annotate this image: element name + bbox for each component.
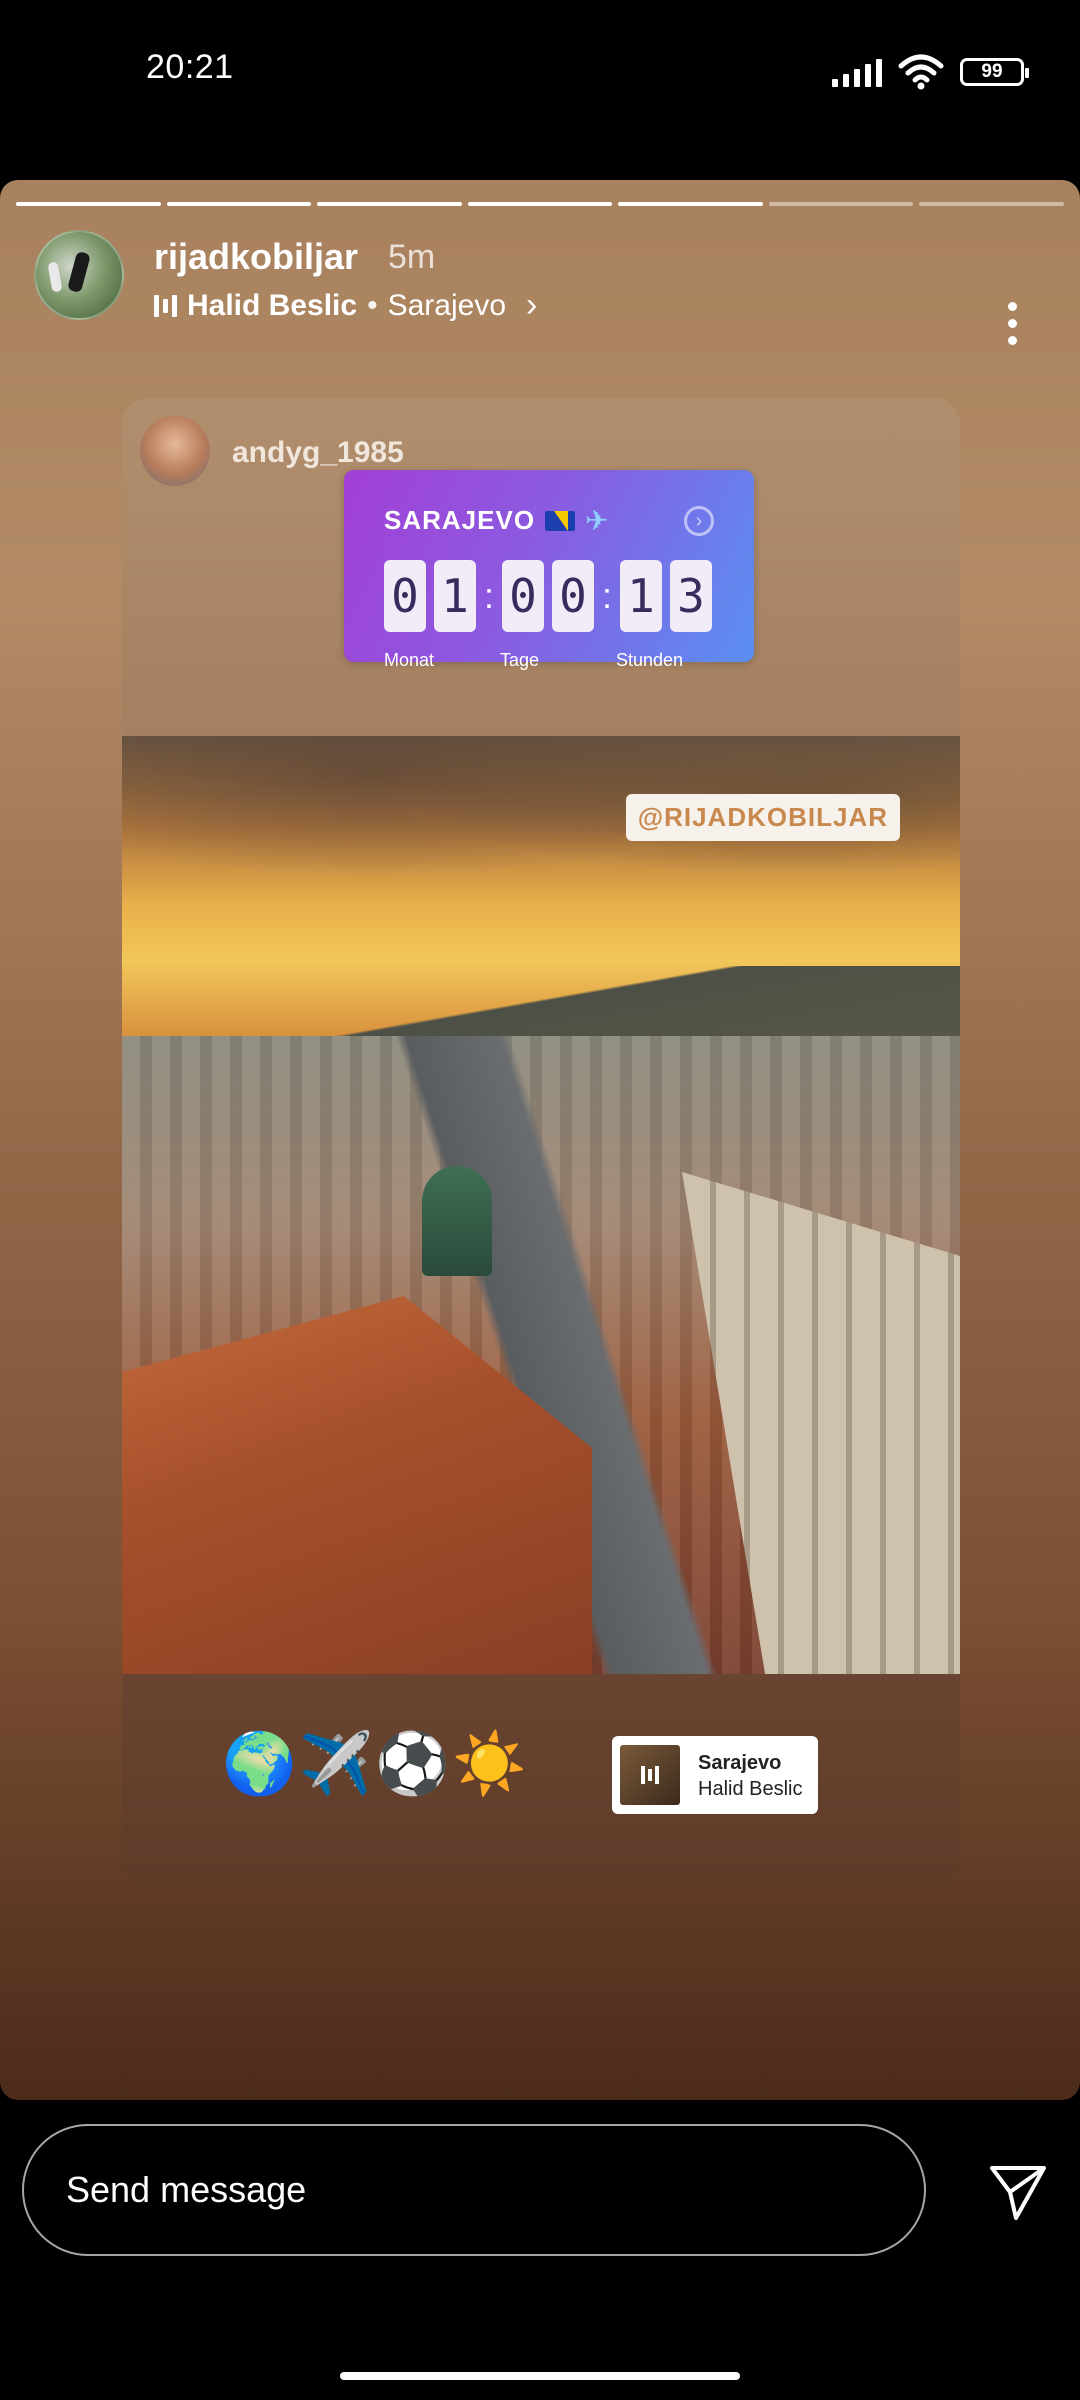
countdown-colon: : <box>602 575 613 616</box>
progress-segment <box>166 202 312 206</box>
wifi-icon <box>898 54 944 90</box>
airplane-icon: ✈ <box>585 505 610 536</box>
progress-segment <box>16 202 161 206</box>
chevron-right-icon: › <box>526 286 538 324</box>
story-time-ago: 5m <box>388 238 436 276</box>
clock: 20:21 <box>146 48 234 86</box>
progress-segment <box>919 202 1065 206</box>
emoji-sticker: 🌍✈️⚽☀️ <box>222 1730 529 1797</box>
status-bar: 20:21 99 <box>0 0 1080 140</box>
album-art-icon <box>620 1745 680 1805</box>
countdown-digit: 1 <box>434 560 476 632</box>
countdown-digit: 0 <box>502 560 544 632</box>
music-sticker-artist: Halid Beslic <box>698 1778 803 1800</box>
more-options-button[interactable] <box>1008 302 1020 345</box>
progress-segment <box>317 202 462 206</box>
avatar[interactable] <box>34 230 124 320</box>
countdown-colon: : <box>484 575 495 616</box>
story-header: rijadkobiljar 5m Halid Beslic • Sarajevo… <box>34 230 1080 345</box>
reposted-avatar <box>140 416 210 486</box>
battery-level: 99 <box>981 61 1003 82</box>
bosnia-flag-icon <box>545 510 576 531</box>
music-sticker-title: Sarajevo <box>698 1752 782 1774</box>
music-separator: • <box>367 288 378 322</box>
sarajevo-sunset-photo: @RIJADKOBILJAR <box>122 736 960 1674</box>
music-bars-icon <box>154 293 177 319</box>
music-artist: Halid Beslic <box>187 288 358 322</box>
send-icon[interactable] <box>986 2160 1050 2224</box>
battery-icon: 99 <box>960 58 1029 86</box>
story-progress <box>16 202 1065 206</box>
countdown-digit: 0 <box>552 560 594 632</box>
send-message-input[interactable]: Send message <box>22 2124 926 2256</box>
countdown-title-text: SARAJEVO <box>384 505 536 535</box>
progress-segment <box>467 202 613 206</box>
send-message-placeholder: Send message <box>66 2169 307 2210</box>
progress-segment <box>618 202 763 206</box>
mention-sticker[interactable]: @RIJADKOBILJAR <box>625 794 900 841</box>
status-icons: 99 <box>832 52 1029 92</box>
countdown-digit: 0 <box>384 560 426 632</box>
reposted-username: andyg_1985 <box>232 436 404 469</box>
countdown-digit: 3 <box>670 560 712 632</box>
music-sticker[interactable]: Sarajevo Halid Beslic <box>612 1736 818 1814</box>
countdown-label-days: Tage <box>500 650 540 670</box>
countdown-digits: 0 1 : 0 0 : 1 3 <box>384 560 712 632</box>
countdown-digit: 1 <box>620 560 662 632</box>
story-username[interactable]: rijadkobiljar <box>154 236 358 278</box>
music-song: Sarajevo <box>387 288 506 322</box>
story-viewer[interactable]: rijadkobiljar 5m Halid Beslic • Sarajevo… <box>0 180 1080 2100</box>
story-music-link[interactable]: Halid Beslic • Sarajevo › <box>154 286 537 325</box>
home-indicator[interactable] <box>340 2372 740 2380</box>
countdown-sticker[interactable]: SARAJEVO ✈ › 0 1 : 0 0 : 1 3 Monat Tage … <box>344 470 754 670</box>
progress-segment <box>768 202 914 206</box>
reposted-story[interactable]: andyg_1985 SARAJEVO ✈ › 0 1 : 0 0 : 1 3 … <box>122 398 960 1886</box>
countdown-arrow-icon[interactable]: › <box>684 506 714 536</box>
countdown-title: SARAJEVO ✈ <box>384 504 610 537</box>
signal-icon <box>832 57 882 87</box>
countdown-label-months: Monat <box>384 650 435 670</box>
countdown-label-hours: Stunden <box>616 650 684 670</box>
